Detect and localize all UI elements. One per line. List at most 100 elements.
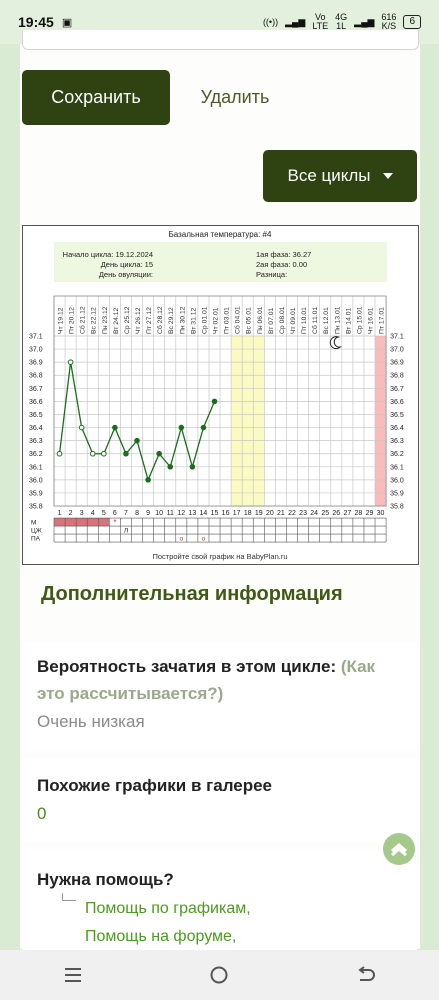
y-tick-label-right: 36.3 — [390, 438, 404, 445]
row-label: ЦЖ — [31, 528, 42, 535]
menu-button[interactable] — [53, 955, 93, 995]
back-button[interactable] — [346, 955, 386, 995]
date-tick-label: Пт 20.12 — [69, 307, 76, 334]
delete-button[interactable]: Удалить — [185, 70, 285, 125]
date-tick-label: Чт 09.01 — [290, 307, 297, 334]
day-tick-label: 15 — [211, 510, 219, 517]
menstruation-cell — [98, 518, 110, 527]
chart-info-left: День овуляции: — [99, 270, 153, 279]
temperature-point — [145, 477, 151, 483]
day-tick-label: 13 — [188, 510, 196, 517]
day-tick-label: 27 — [343, 510, 351, 517]
scroll-top-button[interactable] — [383, 833, 415, 865]
temperature-point — [101, 450, 107, 457]
day-tick-label: 19 — [255, 510, 263, 517]
help-label: Нужна помощь? — [37, 870, 174, 889]
menstruation-cell — [76, 518, 88, 527]
date-tick-label: Вт 07.01 — [268, 307, 275, 334]
day-tick-label: 17 — [233, 510, 241, 517]
day-tick-label: 2 — [69, 510, 73, 517]
chart-title: Базальная температура: #4 — [169, 230, 272, 239]
y-tick-label-right: 37.1 — [390, 334, 404, 341]
y-tick-label-left: 36.4 — [29, 425, 43, 432]
date-tick-label: Вс 29.12 — [168, 307, 175, 334]
date-tick-label: Ср 25.12 — [124, 306, 131, 334]
date-tick-label: Вт 31.12 — [190, 307, 197, 334]
y-tick-label-left: 36.0 — [29, 477, 43, 484]
y-tick-label-right: 36.7 — [390, 386, 404, 393]
date-tick-label: Пн 06.01 — [257, 306, 264, 334]
save-button[interactable]: Сохранить — [22, 70, 170, 125]
y-tick-label-left: 37.0 — [29, 347, 43, 354]
temperature-point — [112, 424, 118, 431]
y-tick-label-left: 36.7 — [29, 386, 43, 393]
day-tick-label: 18 — [244, 510, 252, 517]
y-tick-label-right: 36.5 — [390, 412, 404, 419]
home-button[interactable] — [199, 955, 239, 995]
bbt-chart[interactable]: Базальная температура: #4 Начало цикла: 1… — [22, 225, 419, 565]
temperature-point — [200, 424, 207, 431]
date-tick-label: Пн 23.12 — [102, 306, 109, 334]
back-icon — [358, 966, 375, 981]
gallery-value[interactable]: 0 — [37, 804, 402, 824]
status-icons: ((•)) ▂▄▆ Vo LTE 4G 1L ▂▄▆ 616 K/S 6 — [263, 13, 421, 31]
date-tick-label: Чт 02.01 — [213, 307, 220, 334]
day-tick-label: 5 — [102, 510, 106, 517]
day-tick-label: 21 — [277, 510, 285, 517]
day-tick-label: 20 — [266, 510, 274, 517]
chart-footer: Постройте свой график на BabyPlan.ru — [152, 552, 287, 561]
help-charts-link[interactable]: Помощь по графикам, — [85, 895, 402, 923]
row-label: М — [31, 520, 36, 527]
y-tick-label-left: 36.2 — [29, 451, 43, 458]
y-tick-label-left: 37.1 — [29, 334, 43, 341]
all-cycles-button[interactable]: Все циклы — [263, 150, 417, 202]
date-tick-label: Вс 22.12 — [91, 307, 98, 334]
probability-card: Вероятность зачатия в этом цикле: (Как э… — [22, 643, 417, 750]
day-tick-label: 6 — [113, 510, 117, 517]
day-tick-label: 1 — [58, 510, 62, 517]
menstruation-cell — [54, 518, 66, 527]
net-speed: 616 K/S — [381, 12, 397, 31]
y-tick-label-right: 36.1 — [390, 464, 404, 471]
day-tick-label: 3 — [80, 510, 84, 517]
y-tick-label-right: 36.8 — [390, 373, 404, 380]
date-tick-label: Пт 17.01 — [379, 307, 386, 334]
chart-info-left: Начало цикла: 19.12.2024 — [63, 250, 153, 259]
temperature-point — [67, 359, 74, 365]
help-forum-link[interactable]: Помощь на форуме, — [85, 923, 402, 951]
text-field[interactable] — [22, 30, 419, 50]
temperature-line — [58, 362, 216, 482]
y-tick-label-left: 36.8 — [29, 373, 43, 380]
date-tick-label: Ср 08.01 — [279, 306, 286, 334]
screenshot-icon: ▣ — [61, 16, 73, 29]
day-tick-label: 29 — [366, 510, 374, 517]
gallery-label: Похожие графики в галерее — [37, 776, 273, 795]
day-tick-label: 25 — [321, 510, 329, 517]
date-tick-label: Вс 05.01 — [246, 307, 253, 334]
date-tick-label: Чт 26.12 — [135, 307, 142, 334]
day-tick-label: 22 — [288, 510, 296, 517]
day-tick-label: 23 — [299, 510, 307, 517]
date-tick-label: Пн 13.01 — [334, 306, 341, 334]
clock: 19:45 — [18, 14, 54, 30]
temperature-point — [189, 464, 196, 470]
y-tick-label-right: 36.2 — [390, 451, 404, 458]
battery-icon: 6 — [403, 15, 421, 29]
date-tick-label: Сб 28.12 — [156, 306, 164, 334]
gallery-card: Похожие графики в галерее 0 — [22, 758, 417, 842]
temperature-point — [178, 424, 185, 431]
yellow-highlight-column — [231, 336, 243, 507]
chevron-up-icon — [391, 843, 407, 856]
date-tick-label: Чт 16.01 — [367, 307, 374, 334]
day-tick-label: 11 — [167, 510, 174, 517]
hotspot-icon: ((•)) — [262, 16, 279, 27]
date-tick-label: Сб 04.01 — [234, 306, 242, 334]
signal-4g-indicator: 4G 1L — [335, 12, 348, 31]
y-tick-label-right: 35.8 — [390, 504, 404, 511]
day-tick-label: 4 — [91, 510, 95, 517]
date-tick-label: Ср 15.01 — [356, 306, 363, 334]
day-tick-label: 9 — [146, 510, 150, 517]
help-card: Нужна помощь? Помощь по графикам, Помощь… — [22, 850, 417, 950]
day-tick-label: 24 — [310, 510, 318, 517]
y-tick-label-left: 36.1 — [29, 464, 43, 471]
